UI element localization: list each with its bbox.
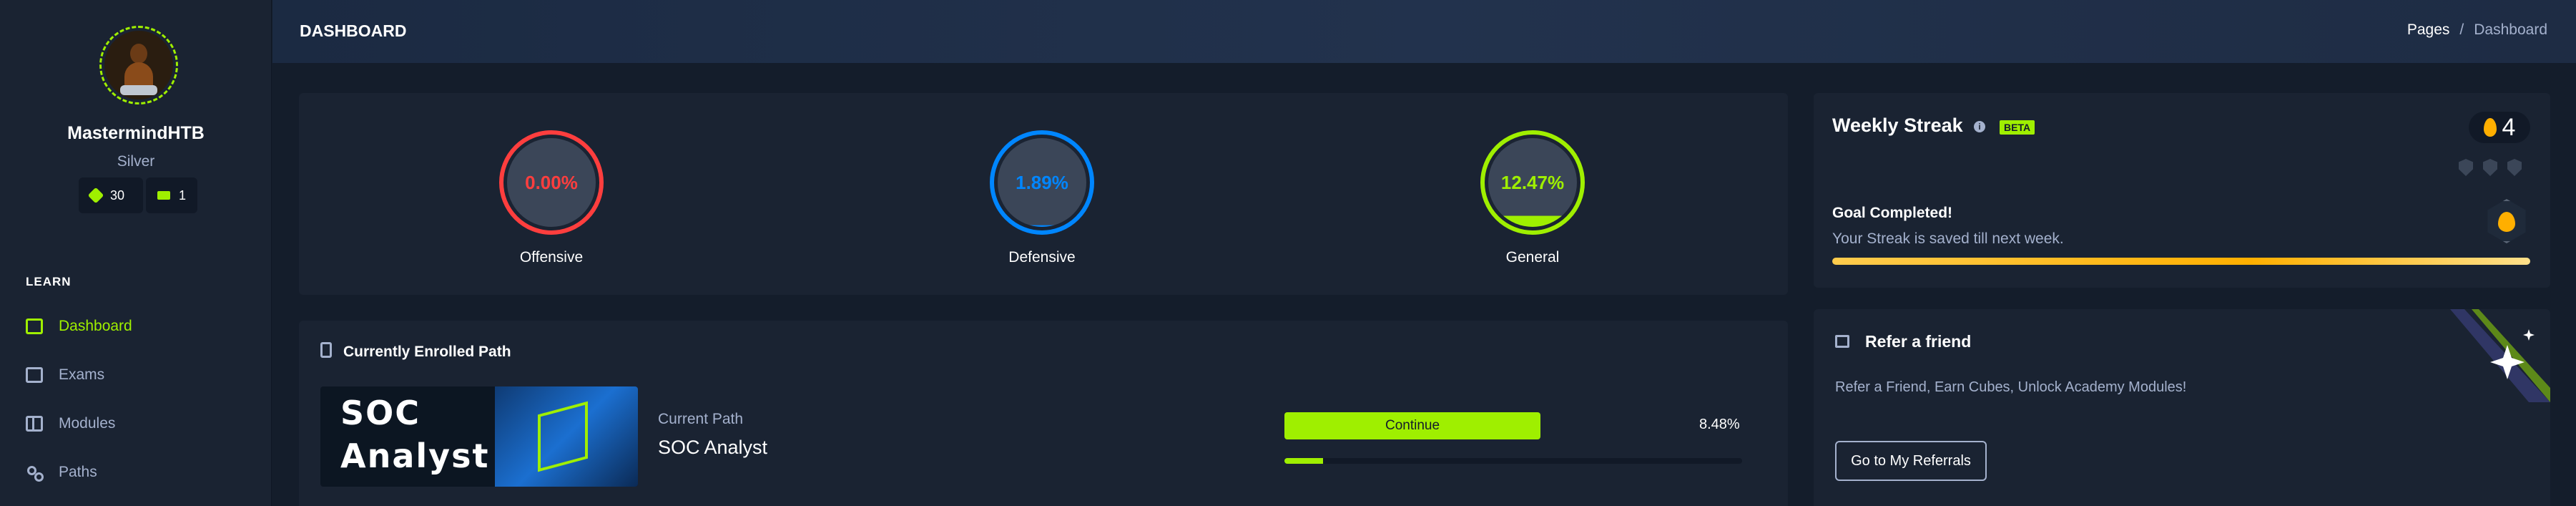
sidebar-item-label: Exams	[59, 366, 105, 383]
ticket-icon	[157, 191, 170, 200]
flame-icon	[2483, 118, 2497, 137]
top-header: DASHBOARD Pages / Dashboard	[272, 0, 2576, 63]
page-title: DASHBOARD	[300, 21, 407, 40]
shield-icon	[2507, 159, 2522, 176]
offensive-gauge: 0.00%	[498, 129, 605, 236]
cube-icon	[87, 187, 104, 204]
avatar-image	[104, 31, 173, 99]
general-label: General	[1505, 249, 1560, 266]
user-rank: Silver	[117, 153, 155, 170]
general-gauge: 12.47%	[1479, 129, 1586, 236]
defensive-gauge: 1.89%	[988, 129, 1096, 236]
gift-icon	[1835, 335, 1849, 348]
beta-badge: BETA	[2000, 120, 2035, 135]
vouchers-counter: 1	[146, 177, 197, 213]
enrolled-path-card: Currently Enrolled Path SOC Analyst Curr…	[299, 321, 1788, 506]
cubes-value: 30	[110, 188, 125, 203]
sidebar-item-label: Modules	[59, 415, 116, 432]
current-path-name: SOC Analyst	[658, 437, 768, 458]
shield-icon	[2483, 159, 2497, 176]
paths-icon	[26, 464, 44, 482]
breadcrumb-current: Dashboard	[2474, 21, 2547, 38]
streak-counter: 4	[2469, 112, 2530, 143]
path-progress-bar	[1284, 458, 1742, 464]
sidebar-item-exams[interactable]: Exams	[26, 361, 104, 389]
general-value: 12.47%	[1500, 171, 1565, 193]
weekly-streak-title: Weekly Streak	[1832, 115, 1963, 136]
breadcrumb-separator: /	[2459, 21, 2464, 38]
breadcrumb-pages[interactable]: Pages	[2407, 21, 2450, 39]
vouchers-value: 1	[178, 188, 186, 203]
continue-button[interactable]: Continue	[1284, 412, 1540, 439]
enrolled-path-title: Currently Enrolled Path	[343, 344, 511, 360]
path-progress-fill	[1284, 458, 1324, 464]
streak-count: 4	[2502, 113, 2516, 141]
exams-icon	[26, 367, 43, 383]
weekly-streak-card: Weekly Streak i BETA 4 Goal Completed! Y…	[1814, 93, 2550, 288]
sidebar-item-label: Paths	[59, 464, 97, 480]
learn-section-heading: LEARN	[26, 275, 72, 288]
modules-icon	[26, 416, 43, 432]
path-banner[interactable]: SOC Analyst	[320, 386, 638, 487]
goal-text: Your Streak is saved till next week.	[1832, 230, 2064, 247]
defensive-value: 1.89%	[1016, 171, 1068, 193]
streak-shields	[2459, 159, 2522, 176]
sidebar: MastermindHTB Silver 30 1 LEARN Dashboar…	[0, 0, 272, 506]
banner-line-2: Analyst	[340, 437, 490, 475]
refer-friend-card: Refer a friend Refer a Friend, Earn Cube…	[1814, 309, 2550, 506]
goal-title: Goal Completed!	[1832, 205, 1953, 221]
avatar[interactable]	[99, 26, 178, 104]
path-progress-percent: 8.48%	[1699, 417, 1740, 432]
shield-icon	[2459, 159, 2473, 176]
sparkle-decoration-icon	[2450, 309, 2550, 402]
clipboard-icon	[320, 342, 332, 358]
sidebar-item-modules[interactable]: Modules	[26, 409, 115, 438]
defensive-label: Defensive	[1008, 249, 1076, 266]
refer-description: Refer a Friend, Earn Cubes, Unlock Acade…	[1835, 379, 2187, 395]
skills-card: 0.00% Offensive 1.89% Defensive 12.47% G…	[299, 93, 1788, 295]
go-to-referrals-button[interactable]: Go to My Referrals	[1835, 441, 1987, 481]
streak-badge-flame-icon	[2498, 212, 2515, 232]
offensive-value: 0.00%	[525, 171, 578, 193]
info-icon[interactable]: i	[1974, 121, 1985, 132]
streak-progress-bar	[1832, 258, 2530, 265]
dashboard-icon	[26, 318, 43, 334]
sidebar-item-label: Dashboard	[59, 318, 132, 334]
cubes-counter: 30	[79, 177, 143, 213]
sidebar-item-paths[interactable]: Paths	[26, 458, 97, 487]
soc-analyst-illustration	[495, 386, 638, 487]
breadcrumb: Pages / Dashboard	[2407, 21, 2547, 39]
banner-line-1: SOC	[340, 394, 421, 432]
username: MastermindHTB	[67, 123, 205, 143]
current-path-label: Current Path	[658, 411, 744, 427]
sidebar-item-dashboard[interactable]: Dashboard	[26, 312, 132, 341]
refer-title: Refer a friend	[1865, 332, 1972, 351]
offensive-label: Offensive	[519, 249, 584, 266]
